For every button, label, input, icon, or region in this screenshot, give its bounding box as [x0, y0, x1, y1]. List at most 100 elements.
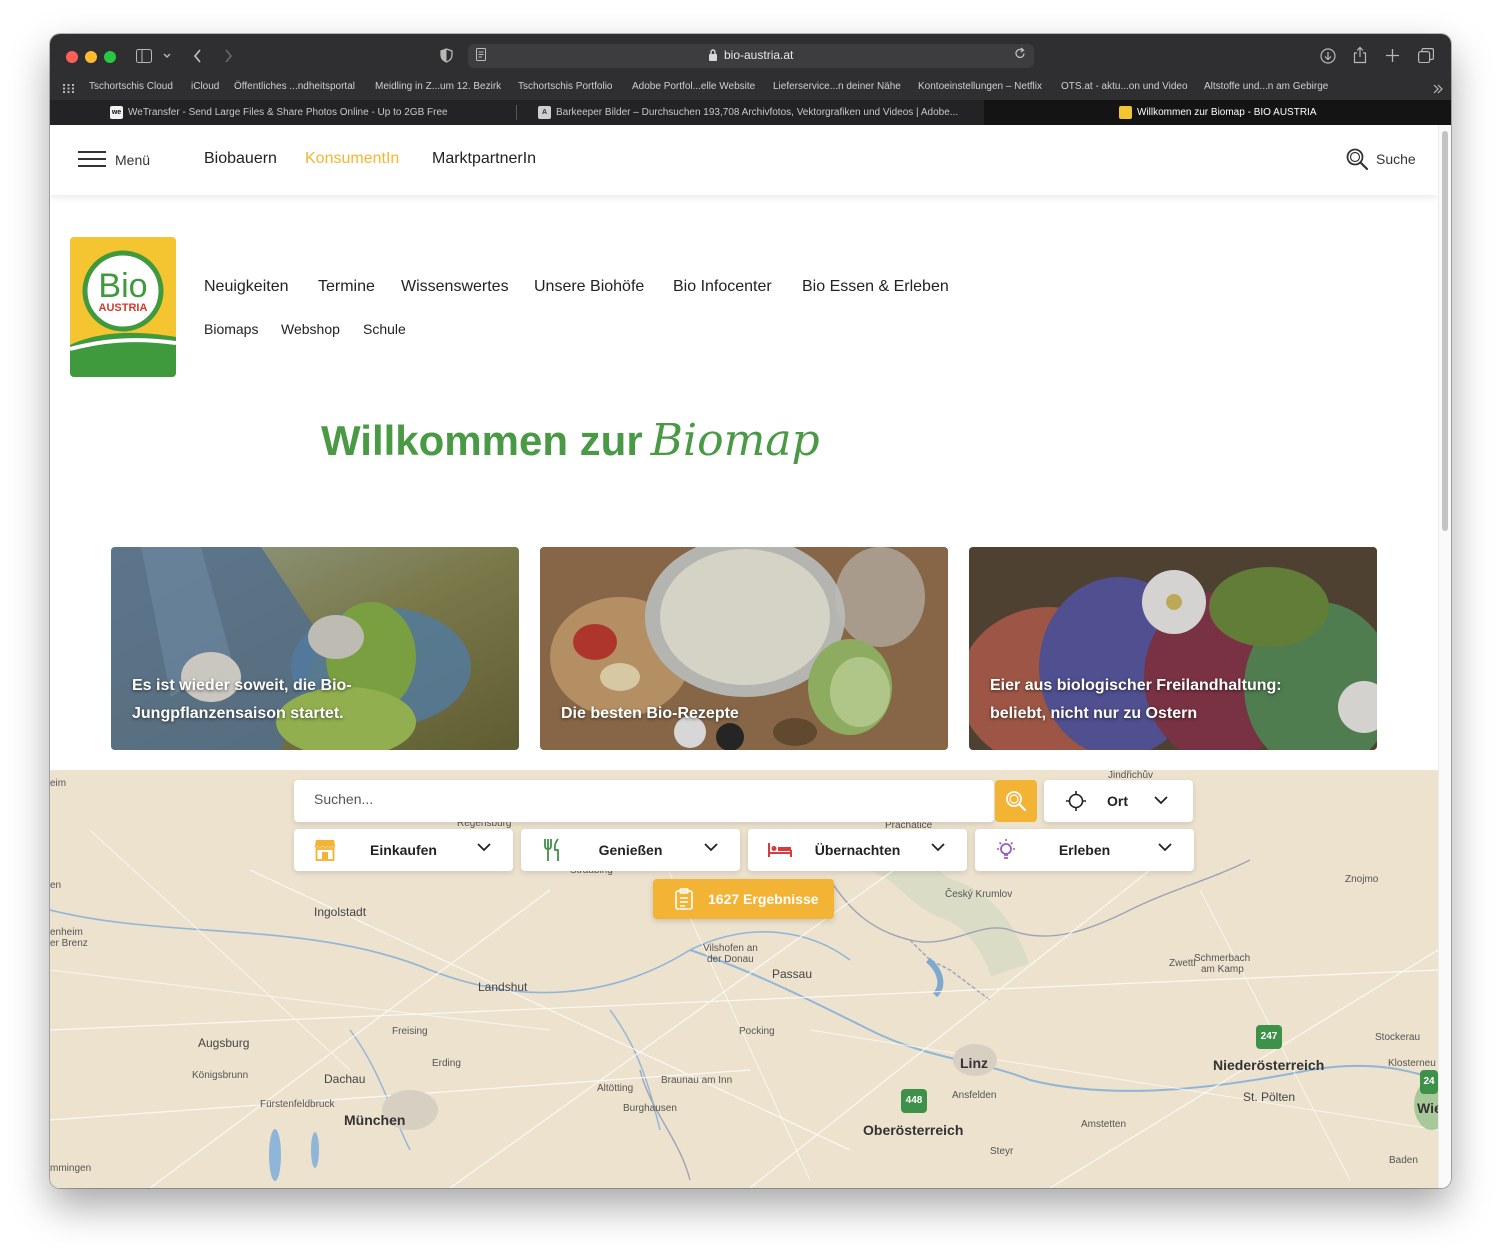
map-cluster-marker[interactable]: 247	[1256, 1025, 1282, 1049]
page-scrollbar[interactable]	[1438, 125, 1451, 1188]
sidebar-icon[interactable]	[136, 49, 152, 63]
share-icon[interactable]	[1353, 46, 1367, 64]
back-icon[interactable]	[193, 49, 202, 63]
bio-austria-logo[interactable]: Bio AUSTRIA	[70, 237, 176, 377]
nav-wissenswertes[interactable]: Wissenswertes	[401, 278, 509, 296]
card-caption: Die besten Bio-Rezepte	[561, 705, 739, 722]
page-title-text: Willkommen zur	[321, 417, 643, 464]
bookmark-item[interactable]: Tschortschis Portfolio	[518, 81, 612, 92]
map-search-input[interactable]	[314, 791, 914, 807]
bookmark-item[interactable]: Meidling in Z...um 12. Bezirk	[375, 81, 501, 92]
map-label: Český Krumlov	[945, 889, 1013, 900]
map-label: Linz	[960, 1055, 988, 1071]
close-window-button[interactable]	[66, 51, 78, 63]
tab-bar: we WeTransfer - Send Large Files & Share …	[50, 100, 1451, 125]
nav-konsumentin[interactable]: KonsumentIn	[305, 150, 399, 168]
map-search-button[interactable]	[995, 780, 1037, 822]
tab-adobe-stock[interactable]: A Barkeeper Bilder – Durchsuchen 193,708 …	[538, 100, 978, 125]
nav-marktpartnerin[interactable]: MarktpartnerIn	[432, 150, 536, 168]
bookmark-item[interactable]: Kontoeinstellungen – Netflix	[918, 81, 1042, 92]
zoom-window-button[interactable]	[104, 51, 116, 63]
forward-icon[interactable]	[224, 49, 233, 63]
map-cluster-marker[interactable]: 24	[1420, 1070, 1438, 1094]
article-card-eier[interactable]: Eier aus biologischer Freilandhaltung: be…	[969, 547, 1377, 750]
bookmark-item[interactable]: Adobe Portfol...elle Website	[632, 81, 755, 92]
shield-icon[interactable]	[440, 48, 453, 63]
page-title: Willkommen zur Biomap	[321, 415, 820, 466]
map-label: Braunau am Inn	[661, 1075, 733, 1086]
map-label: Augsburg	[198, 1036, 250, 1050]
reader-icon[interactable]	[476, 48, 486, 61]
reload-icon[interactable]	[1014, 47, 1026, 60]
map-label: Zwettl	[1169, 958, 1196, 969]
bookmark-item[interactable]: Lieferservice...n deiner Nähe	[773, 81, 901, 92]
map-label: Dachau	[324, 1072, 366, 1086]
map-label: Ansfelden	[952, 1090, 997, 1101]
nav-termine[interactable]: Termine	[318, 278, 375, 296]
map-label: der Donau	[707, 954, 754, 965]
tab-biomap[interactable]: Willkommen zur Biomap - BIO AUSTRIA	[984, 100, 1451, 125]
map-label: Znojmo	[1345, 874, 1379, 885]
hamburger-menu-icon[interactable]	[78, 151, 106, 169]
address-bar[interactable]: bio-austria.at	[468, 44, 1034, 68]
map-search-box	[294, 780, 994, 822]
map-label: Oberösterreich	[863, 1122, 964, 1138]
minimize-window-button[interactable]	[85, 51, 97, 63]
tab-wetransfer[interactable]: we WeTransfer - Send Large Files & Share …	[110, 100, 515, 125]
article-card-jungpflanzen[interactable]: Es ist wieder soweit, die Bio- Jungpflanz…	[111, 547, 519, 750]
nav-unsere-biohoefe[interactable]: Unsere Biohöfe	[534, 278, 644, 296]
nav-webshop[interactable]: Webshop	[281, 321, 340, 337]
map-label: Fürstenfeldbruck	[260, 1099, 335, 1110]
nav-schule[interactable]: Schule	[363, 321, 406, 337]
card-caption: Eier aus biologischer Freilandhaltung: be…	[990, 677, 1282, 722]
results-button[interactable]: 1627 Ergebnisse	[653, 879, 834, 919]
map-label: Ingolstadt	[314, 905, 367, 919]
map-label: Baden	[1389, 1155, 1418, 1166]
map-label: Königsbrunn	[192, 1070, 249, 1081]
map-label: München	[344, 1112, 406, 1128]
chevron-down-icon[interactable]	[163, 53, 171, 59]
bookmark-item[interactable]: Tschortschis Cloud	[89, 81, 173, 92]
tab-overview-icon[interactable]	[1418, 48, 1434, 63]
nav-neuigkeiten[interactable]: Neuigkeiten	[204, 278, 289, 296]
tab-title: Willkommen zur Biomap - BIO AUSTRIA	[1137, 107, 1317, 118]
map-label: Wie	[1417, 1100, 1438, 1116]
chevron-down-icon	[477, 843, 491, 852]
search-button[interactable]: Suche	[1345, 147, 1416, 174]
biomap[interactable]: Jindřichův Regensburg Prachatice Straubi…	[50, 770, 1438, 1188]
filter-erleben[interactable]: Erleben	[975, 829, 1194, 871]
filter-geniessen[interactable]: Genießen	[521, 829, 740, 871]
filter-uebernachten[interactable]: Übernachten	[748, 829, 967, 871]
nav-bio-infocenter[interactable]: Bio Infocenter	[673, 278, 772, 296]
bookmark-item[interactable]: OTS.at - aktu...on und Video	[1061, 81, 1188, 92]
download-icon[interactable]	[1320, 48, 1336, 64]
filter-einkaufen[interactable]: Einkaufen	[294, 829, 513, 871]
nav-bio-essen-erleben[interactable]: Bio Essen & Erleben	[802, 278, 949, 296]
map-cluster-marker[interactable]: 448	[901, 1089, 927, 1113]
nav-biobauern[interactable]: Biobauern	[204, 150, 277, 168]
map-label: mmingen	[50, 1163, 92, 1174]
bookmark-item[interactable]: iCloud	[191, 81, 219, 92]
map-label: enheim	[50, 927, 83, 938]
article-card-rezepte[interactable]: Die besten Bio-Rezepte	[540, 547, 948, 750]
map-label: Niederösterreich	[1213, 1057, 1325, 1073]
scrollbar-thumb[interactable]	[1442, 131, 1448, 531]
nav-biomaps[interactable]: Biomaps	[204, 321, 258, 337]
menu-button[interactable]: Menü	[115, 152, 150, 168]
site-header: Menü Biobauern KonsumentIn MarktpartnerI…	[50, 125, 1438, 195]
url-text[interactable]: bio-austria.at	[724, 48, 793, 62]
chevron-right-double-icon[interactable]	[1433, 84, 1443, 94]
bookmark-item[interactable]: Öffentliches ...ndheitsportal	[234, 81, 355, 92]
adobe-favicon-icon: A	[538, 105, 551, 119]
logo-text-bio: Bio	[98, 267, 147, 305]
page-title-script: Biomap	[650, 415, 820, 466]
location-selector[interactable]: Ort	[1044, 780, 1193, 822]
search-icon	[1346, 148, 1369, 171]
map-label: Stockerau	[1375, 1032, 1421, 1043]
new-tab-icon[interactable]	[1386, 49, 1399, 62]
map-label: am Kamp	[1201, 964, 1244, 975]
map-label: eim	[50, 778, 67, 789]
logo-text-austria: AUSTRIA	[99, 302, 148, 314]
grid-icon[interactable]	[63, 84, 74, 93]
bookmark-item[interactable]: Altstoffe und...n am Gebirge	[1204, 81, 1328, 92]
